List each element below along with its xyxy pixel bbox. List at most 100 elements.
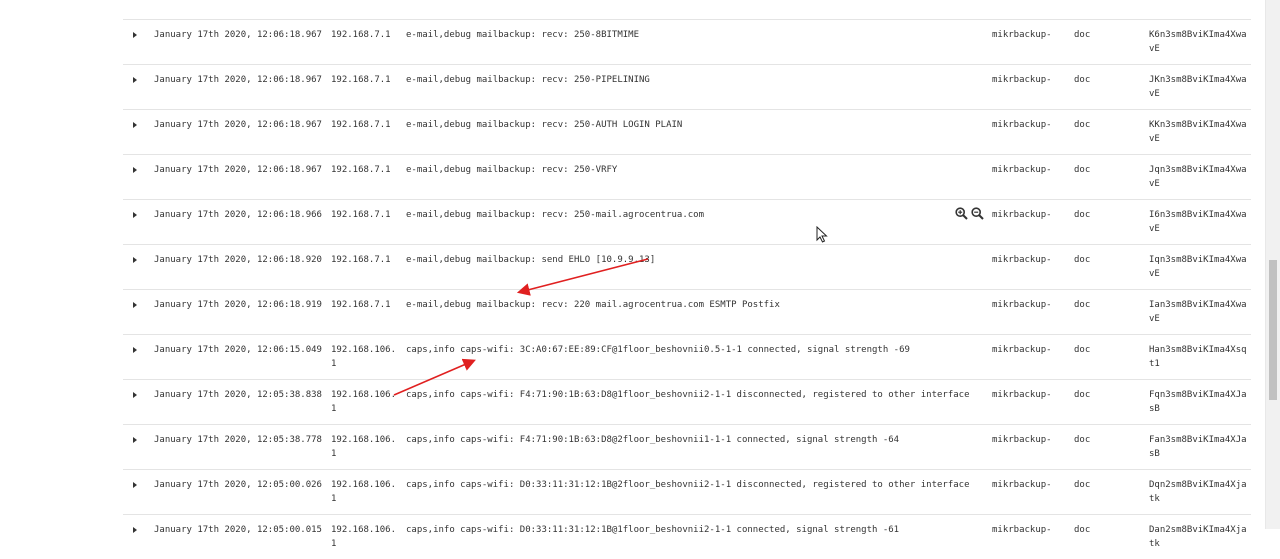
id-cell: JKn3sm8BviKIma4XwavE [1149,75,1247,99]
row-filter-actions [955,207,984,220]
host-cell: 192.168.106.1 [331,390,397,414]
type-cell: doc [1074,255,1091,265]
sysname-cell: mikrbackup- [992,300,1052,310]
message-cell: e-mail,debug mailbackup: recv: 250-PIPEL… [406,75,650,85]
type-cell: doc [1074,210,1091,220]
type-cell: doc [1074,480,1091,490]
id-cell: Fan3sm8BviKIma4XJasB [1149,435,1247,459]
table-row: January 17th 2020, 12:05:00.015 192.168.1… [123,514,1251,559]
table-row: January 17th 2020, 12:06:18.967 192.168.7… [123,154,1251,199]
sysname-cell: mikrbackup- [992,75,1052,85]
expand-row-icon[interactable] [133,482,137,488]
expand-row-icon[interactable] [133,392,137,398]
table-row: January 17th 2020, 12:06:18.967 192.168.7… [123,19,1251,64]
expand-row-icon[interactable] [133,167,137,173]
host-cell: 192.168.106.1 [331,435,397,459]
host-cell: 192.168.7.1 [331,210,391,220]
sysname-cell: mikrbackup- [992,210,1052,220]
type-cell: doc [1074,435,1091,445]
type-cell: doc [1074,120,1091,130]
timestamp-cell: January 17th 2020, 12:05:38.838 [154,390,322,400]
type-cell: doc [1074,345,1091,355]
vertical-scrollbar[interactable] [1265,0,1280,529]
magnifier-plus-icon[interactable] [955,207,968,220]
id-cell: I6n3sm8BviKIma4XwavE [1149,210,1247,234]
timestamp-cell: January 17th 2020, 12:06:18.919 [154,300,322,310]
sysname-cell: mikrbackup- [992,525,1052,535]
message-cell: e-mail,debug mailbackup: recv: 250-AUTH … [406,120,683,130]
expand-row-icon[interactable] [133,257,137,263]
sysname-cell: mikrbackup- [992,30,1052,40]
table-row: January 17th 2020, 12:05:00.026 192.168.1… [123,469,1251,514]
sysname-cell: mikrbackup- [992,165,1052,175]
id-cell: Ian3sm8BviKIma4XwavE [1149,300,1247,324]
host-cell: 192.168.106.1 [331,480,397,504]
mouse-pointer-icon [816,226,828,243]
table-row: January 17th 2020, 12:06:18.966 192.168.7… [123,199,1251,244]
timestamp-cell: January 17th 2020, 12:06:18.967 [154,165,322,175]
timestamp-cell: January 17th 2020, 12:06:18.967 [154,120,322,130]
message-cell: e-mail,debug mailbackup: recv: 250-8BITM… [406,30,639,40]
sysname-cell: mikrbackup- [992,345,1052,355]
id-cell: KKn3sm8BviKIma4XwavE [1149,120,1247,144]
expand-row-icon[interactable] [133,437,137,443]
host-cell: 192.168.7.1 [331,120,391,130]
message-cell: caps,info caps-wifi: 3C:A0:67:EE:89:CF@1… [406,345,910,355]
id-cell: K6n3sm8BviKIma4XwavE [1149,30,1247,54]
timestamp-cell: January 17th 2020, 12:05:00.015 [154,525,322,535]
timestamp-cell: January 17th 2020, 12:05:38.778 [154,435,322,445]
message-cell: caps,info caps-wifi: F4:71:90:1B:63:D8@1… [406,390,970,400]
expand-row-icon[interactable] [133,122,137,128]
sysname-cell: mikrbackup- [992,120,1052,130]
type-cell: doc [1074,390,1091,400]
expand-row-icon[interactable] [133,527,137,533]
message-cell: caps,info caps-wifi: D0:33:11:31:12:1B@2… [406,480,970,490]
timestamp-cell: January 17th 2020, 12:06:18.967 [154,75,322,85]
id-cell: Iqn3sm8BviKIma4XwavE [1149,255,1247,279]
table-row: January 17th 2020, 12:06:18.919 192.168.7… [123,289,1251,334]
scrollbar-thumb[interactable] [1269,260,1277,400]
timestamp-cell: January 17th 2020, 12:06:18.967 [154,30,322,40]
message-cell: caps,info caps-wifi: D0:33:11:31:12:1B@1… [406,525,900,535]
expand-row-icon[interactable] [133,32,137,38]
table-row: January 17th 2020, 12:06:18.920 192.168.7… [123,244,1251,289]
table-row: January 17th 2020, 12:06:18.967 192.168.7… [123,64,1251,109]
id-cell: Fqn3sm8BviKIma4XJasB [1149,390,1247,414]
message-cell: e-mail,debug mailbackup: send EHLO [10.9… [406,255,656,265]
timestamp-cell: January 17th 2020, 12:06:15.049 [154,345,322,355]
id-cell: Han3sm8BviKIma4Xsqt1 [1149,345,1247,369]
host-cell: 192.168.7.1 [331,165,391,175]
table-row: January 17th 2020, 12:05:38.778 192.168.1… [123,424,1251,469]
table-row: January 17th 2020, 12:05:38.838 192.168.1… [123,379,1251,424]
expand-row-icon[interactable] [133,77,137,83]
timestamp-cell: January 17th 2020, 12:06:18.920 [154,255,322,265]
host-cell: 192.168.7.1 [331,30,391,40]
type-cell: doc [1074,30,1091,40]
type-cell: doc [1074,75,1091,85]
expand-row-icon[interactable] [133,302,137,308]
host-cell: 192.168.106.1 [331,345,397,369]
table-row: January 17th 2020, 12:06:15.049 192.168.1… [123,334,1251,379]
host-cell: 192.168.7.1 [331,255,391,265]
host-cell: 192.168.106.1 [331,525,397,549]
sysname-cell: mikrbackup- [992,435,1052,445]
host-cell: 192.168.7.1 [331,75,391,85]
type-cell: doc [1074,525,1091,535]
message-cell: e-mail,debug mailbackup: recv: 220 mail.… [406,300,780,310]
expand-row-icon[interactable] [133,212,137,218]
id-cell: Dqn2sm8BviKIma4Xjatk [1149,480,1247,504]
type-cell: doc [1074,300,1091,310]
message-cell: e-mail,debug mailbackup: recv: 250-VRFY [406,165,618,175]
table-row: January 17th 2020, 12:06:18.967 192.168.7… [123,109,1251,154]
sysname-cell: mikrbackup- [992,255,1052,265]
message-cell: e-mail,debug mailbackup: recv: 250-mail.… [406,210,705,220]
magnifier-minus-icon[interactable] [971,207,984,220]
message-cell: caps,info caps-wifi: F4:71:90:1B:63:D8@2… [406,435,900,445]
timestamp-cell: January 17th 2020, 12:06:18.966 [154,210,322,220]
timestamp-cell: January 17th 2020, 12:05:00.026 [154,480,322,490]
type-cell: doc [1074,165,1091,175]
sysname-cell: mikrbackup- [992,390,1052,400]
expand-row-icon[interactable] [133,347,137,353]
host-cell: 192.168.7.1 [331,300,391,310]
id-cell: Dan2sm8BviKIma4Xjatk [1149,525,1247,549]
